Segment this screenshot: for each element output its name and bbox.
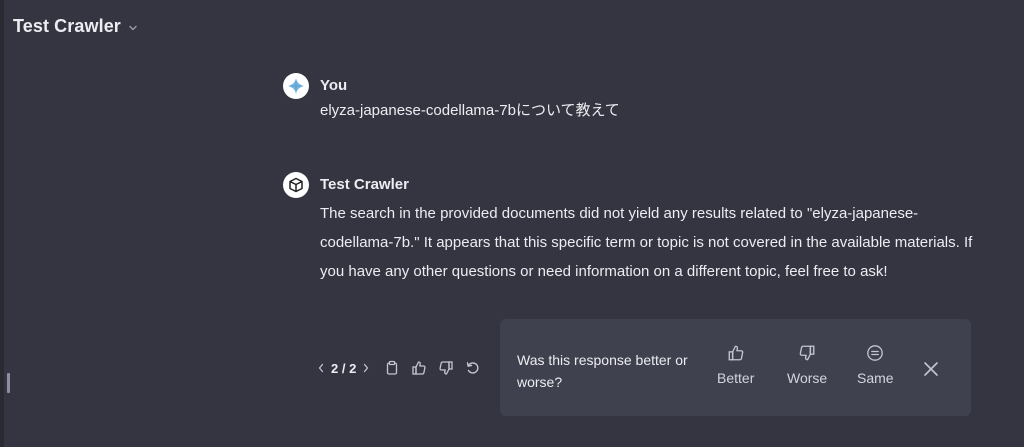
chevron-right-icon[interactable] <box>361 361 371 375</box>
same-button[interactable]: Same <box>857 343 894 386</box>
chevron-left-icon[interactable] <box>316 361 326 375</box>
page-title: Test Crawler <box>13 16 121 36</box>
message-author: You <box>320 77 348 94</box>
feedback-question: Was this response better or worse? <box>517 352 688 390</box>
user-avatar-icon <box>283 73 309 99</box>
message-actions: 2 / 2 <box>316 358 483 378</box>
thumbs-up-icon <box>726 343 746 363</box>
message-text: The search in the provided documents did… <box>320 205 973 280</box>
chevron-down-icon <box>128 23 138 33</box>
message-text: elyza-japanese-codellama-7bについて教えて <box>320 102 620 119</box>
message-author: Test Crawler <box>320 176 409 193</box>
better-label: Better <box>717 370 755 386</box>
clipboard-icon[interactable] <box>382 358 402 378</box>
better-button[interactable]: Better <box>717 343 754 386</box>
worse-label: Worse <box>787 370 828 386</box>
worse-button[interactable]: Worse <box>787 343 827 386</box>
regenerate-icon[interactable] <box>463 358 483 378</box>
left-edge <box>0 0 4 447</box>
same-label: Same <box>857 370 894 386</box>
pager-label: 2 / 2 <box>331 360 357 376</box>
close-icon[interactable] <box>920 358 942 380</box>
thumbs-up-icon[interactable] <box>409 358 429 378</box>
comparison-feedback-panel: Was this response better or worse? Bette… <box>500 319 971 416</box>
model-selector[interactable]: Test Crawler <box>13 16 138 37</box>
response-pager: 2 / 2 <box>316 361 371 376</box>
thumbs-down-icon <box>797 343 817 363</box>
cube-icon <box>283 172 309 198</box>
chat-window: Test Crawler You elyza-japanese-codellam… <box>0 0 1024 447</box>
thumbs-down-icon[interactable] <box>436 358 456 378</box>
resize-handle[interactable] <box>7 373 10 393</box>
equal-circle-icon <box>865 343 885 363</box>
